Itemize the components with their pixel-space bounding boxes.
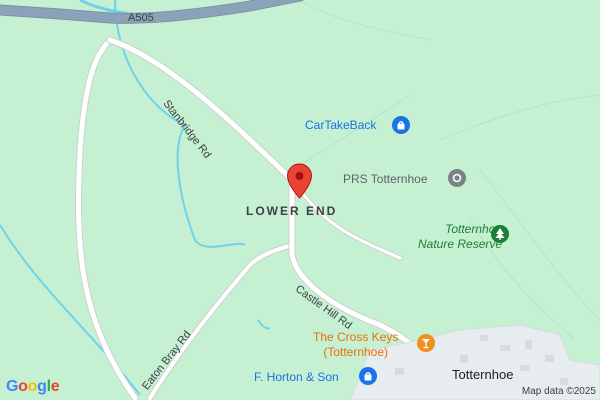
pin-dot-icon[interactable] [448,169,466,187]
poi-label-nature-reserve-line2: Nature Reserve [418,237,503,251]
poi-label-nature-reserve[interactable]: Totternhoe Nature Reserve [418,222,502,252]
poi-label-cross-keys-line2: (Totternhoe) [323,345,389,359]
shopping-bag-icon[interactable] [392,116,410,134]
google-logo-letter: o [18,378,28,395]
google-logo-letter: o [27,378,38,395]
poi-label-cartakeback[interactable]: CarTakeBack [305,118,376,133]
field-boundaries [299,0,600,341]
poi-label-horton[interactable]: F. Horton & Son [254,370,339,385]
tree-icon[interactable] [491,225,509,243]
poi-label-prs-totternhoe[interactable]: PRS Totternhoe [343,172,428,187]
cocktail-icon[interactable] [417,334,435,352]
google-logo-letter: g [37,378,47,395]
place-label-lower-end: LOWER END [246,204,338,218]
shopping-bag-icon[interactable] [359,367,377,385]
poi-label-cross-keys[interactable]: The Cross Keys (Totternhoe) [313,330,398,360]
town-label-totternhoe[interactable]: Totternhoe [452,367,513,382]
poi-label-cross-keys-line1: The Cross Keys [313,330,399,344]
poi-label-nature-reserve-line1: Totternhoe [445,222,503,236]
google-logo-letter: G [6,378,19,395]
google-logo[interactable]: Google [6,378,60,396]
streams [0,0,271,396]
map-attribution[interactable]: Map data ©2025 [522,386,596,397]
road-label-a505: A505 [128,12,154,24]
google-logo-letter: e [50,378,60,395]
location-pin-icon[interactable] [286,163,313,204]
map-canvas[interactable]: A505 Stanbridge Rd Castle Hill Rd Eaton … [0,0,600,400]
